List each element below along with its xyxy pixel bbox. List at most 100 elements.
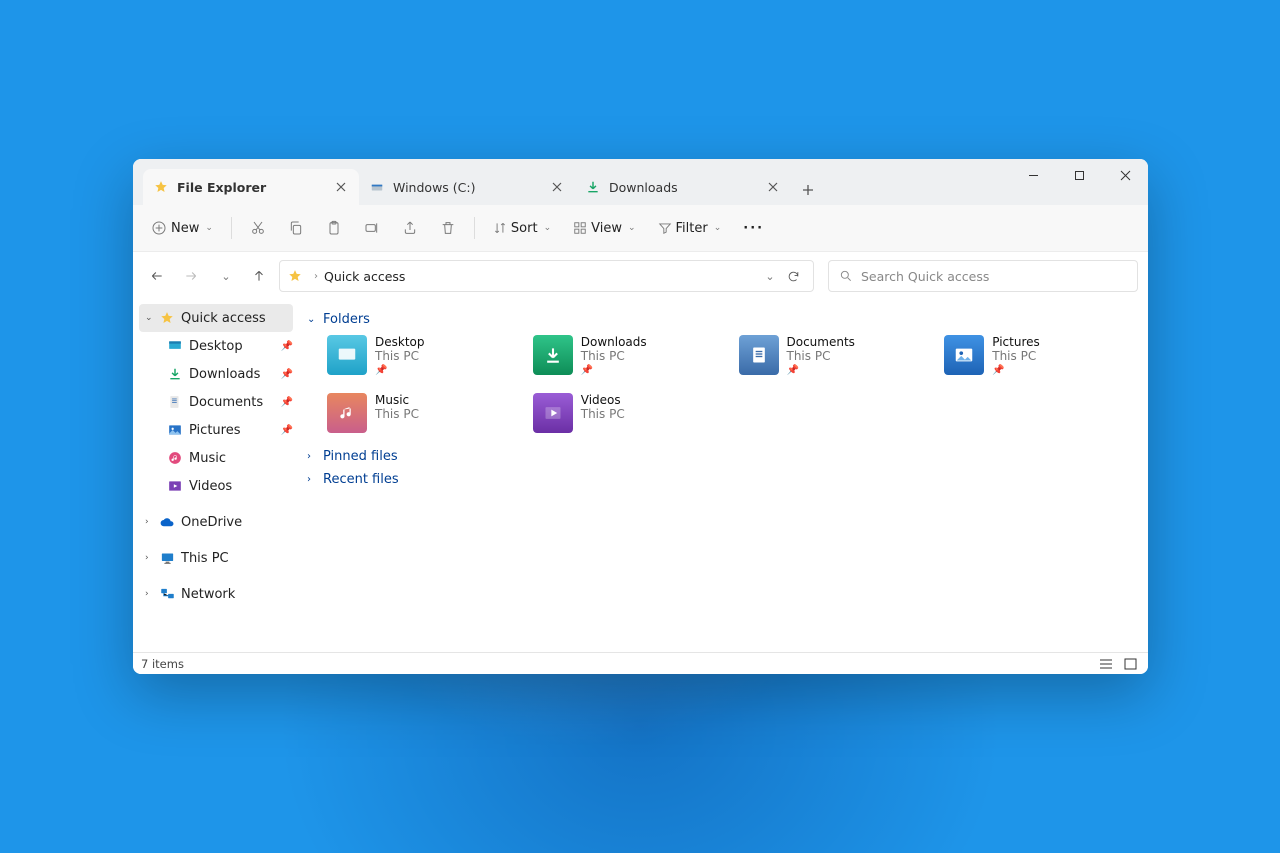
downloads-folder-icon <box>533 335 573 375</box>
cut-button[interactable] <box>242 212 274 244</box>
sidebar-item-desktop[interactable]: Desktop 📌 <box>133 332 299 360</box>
group-label: Recent files <box>323 472 399 487</box>
close-icon[interactable] <box>765 179 781 195</box>
filter-button[interactable]: Filter⌄ <box>650 212 730 244</box>
folder-tile-music[interactable]: MusicThis PC <box>327 393 523 441</box>
paste-button[interactable] <box>318 212 350 244</box>
folder-tile-videos[interactable]: VideosThis PC <box>533 393 729 441</box>
tab-downloads[interactable]: Downloads <box>575 169 791 205</box>
forward-button[interactable] <box>177 260 205 292</box>
close-icon[interactable] <box>549 179 565 195</box>
group-pinned-files[interactable]: ›Pinned files <box>307 449 1140 464</box>
sidebar-onedrive[interactable]: › OneDrive <box>133 508 299 536</box>
sidebar-label: Pictures <box>189 423 240 438</box>
thumbnails-view-button[interactable] <box>1120 656 1140 672</box>
tab-file-explorer[interactable]: File Explorer <box>143 169 359 205</box>
nav-row: ⌄ › Quick access ⌄ Search Quick access <box>133 252 1148 300</box>
chevron-down-icon: ⌄ <box>307 314 321 325</box>
status-bar: 7 items <box>133 652 1148 674</box>
chevron-right-icon: › <box>307 474 321 485</box>
sidebar-this-pc[interactable]: ›This PC <box>133 544 299 572</box>
sidebar-item-documents[interactable]: Documents📌 <box>133 388 299 416</box>
breadcrumb-root[interactable]: Quick access <box>324 269 405 284</box>
maximize-button[interactable] <box>1056 159 1102 191</box>
new-button[interactable]: New⌄ <box>143 212 221 244</box>
pin-icon: 📌 <box>281 425 293 436</box>
document-icon <box>167 394 183 410</box>
close-window-button[interactable] <box>1102 159 1148 191</box>
star-icon <box>159 310 175 326</box>
body: ⌄ Quick access Desktop 📌 Downloads 📌 Docum… <box>133 300 1148 652</box>
search-box[interactable]: Search Quick access <box>828 260 1138 292</box>
pictures-icon <box>167 422 183 438</box>
sort-button[interactable]: Sort⌄ <box>485 212 559 244</box>
folder-location: This PC <box>581 349 647 363</box>
folder-tile-desktop[interactable]: DesktopThis PC📌 <box>327 335 523 383</box>
folder-name: Music <box>375 393 419 407</box>
folder-tile-downloads[interactable]: DownloadsThis PC📌 <box>533 335 729 383</box>
address-bar[interactable]: › Quick access ⌄ <box>279 260 814 292</box>
group-folders[interactable]: ⌄Folders <box>307 312 1140 327</box>
up-button[interactable] <box>245 260 273 292</box>
refresh-button[interactable] <box>781 270 805 283</box>
address-dropdown-button[interactable]: ⌄ <box>757 270 781 283</box>
folder-tile-pictures[interactable]: PicturesThis PC📌 <box>944 335 1140 383</box>
drive-icon <box>369 179 385 195</box>
back-button[interactable] <box>143 260 171 292</box>
desktop-icon <box>167 338 183 354</box>
group-recent-files[interactable]: ›Recent files <box>307 472 1140 487</box>
pin-icon: 📌 <box>281 341 293 352</box>
window-controls <box>1010 159 1148 191</box>
more-button[interactable]: ··· <box>735 212 772 244</box>
rename-button[interactable] <box>356 212 388 244</box>
sidebar-item-videos[interactable]: Videos <box>133 472 299 500</box>
sidebar-label: Downloads <box>189 367 260 382</box>
share-button[interactable] <box>394 212 426 244</box>
sidebar-item-pictures[interactable]: Pictures 📌 <box>133 416 299 444</box>
tab-windows-c[interactable]: Windows (C:) <box>359 169 575 205</box>
new-tab-button[interactable] <box>791 175 825 205</box>
folder-location: This PC <box>375 349 425 363</box>
folder-location: This PC <box>992 349 1040 363</box>
copy-button[interactable] <box>280 212 312 244</box>
folder-name: Desktop <box>375 335 425 349</box>
chevron-down-icon[interactable]: ⌄ <box>145 313 159 323</box>
view-button[interactable]: View⌄ <box>565 212 643 244</box>
sidebar-label: Documents <box>189 395 263 410</box>
minimize-button[interactable] <box>1010 159 1056 191</box>
desktop-folder-icon <box>327 335 367 375</box>
sidebar-item-downloads[interactable]: Downloads 📌 <box>133 360 299 388</box>
sort-label: Sort <box>511 221 538 236</box>
delete-button[interactable] <box>432 212 464 244</box>
chevron-right-icon[interactable]: › <box>145 517 159 527</box>
music-icon <box>167 450 183 466</box>
close-icon[interactable] <box>333 179 349 195</box>
search-placeholder: Search Quick access <box>861 269 989 284</box>
file-explorer-window: File Explorer Windows (C:) Downloads <box>133 159 1148 674</box>
search-icon <box>839 269 853 283</box>
details-view-button[interactable] <box>1096 656 1116 672</box>
sidebar-quick-access[interactable]: ⌄ Quick access <box>139 304 293 332</box>
chevron-right-icon[interactable]: › <box>145 589 159 599</box>
recent-locations-button[interactable]: ⌄ <box>211 260 239 292</box>
videos-folder-icon <box>533 393 573 433</box>
sidebar-label: OneDrive <box>181 515 242 530</box>
chevron-right-icon[interactable]: › <box>145 553 159 563</box>
group-label: Pinned files <box>323 449 398 464</box>
chevron-right-icon: › <box>314 271 318 282</box>
new-label: New <box>171 221 199 236</box>
sidebar-label: Desktop <box>189 339 243 354</box>
folder-location: This PC <box>375 407 419 421</box>
tab-strip: File Explorer Windows (C:) Downloads <box>133 159 825 205</box>
status-text: 7 items <box>141 657 184 671</box>
download-icon <box>167 366 183 382</box>
folders-grid: DesktopThis PC📌 DownloadsThis PC📌 Docume… <box>307 335 1140 441</box>
sidebar-network[interactable]: ›Network <box>133 580 299 608</box>
sidebar-label: Music <box>189 451 226 466</box>
pin-icon: 📌 <box>281 369 293 380</box>
sidebar-item-music[interactable]: Music <box>133 444 299 472</box>
tab-label: Downloads <box>609 180 678 195</box>
folder-tile-documents[interactable]: DocumentsThis PC📌 <box>739 335 935 383</box>
nav-pane: ⌄ Quick access Desktop 📌 Downloads 📌 Docum… <box>133 300 299 652</box>
monitor-icon <box>159 550 175 566</box>
